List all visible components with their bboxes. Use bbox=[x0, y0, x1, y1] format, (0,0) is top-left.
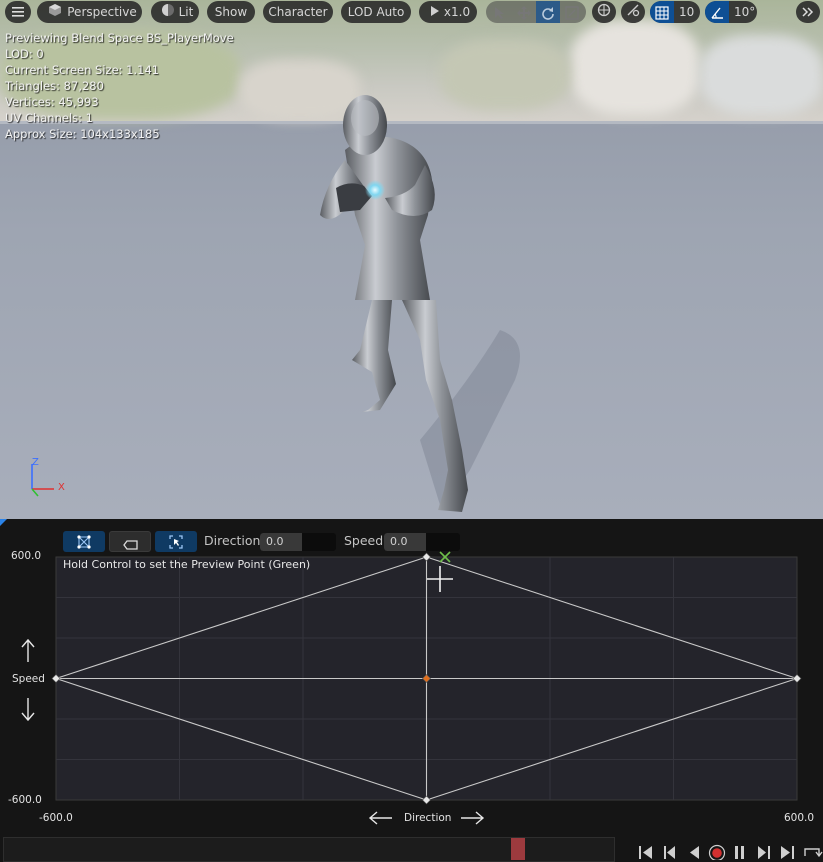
play-reverse-icon[interactable] bbox=[690, 846, 699, 859]
y-axis-max-label: 600.0 bbox=[11, 550, 42, 562]
transport-controls bbox=[639, 844, 823, 861]
preview-point-hint: Hold Control to set the Preview Point (G… bbox=[63, 558, 311, 571]
y-axis-min-label: -600.0 bbox=[8, 794, 42, 806]
loop-icon[interactable] bbox=[804, 848, 823, 858]
blend-space-grid[interactable] bbox=[0, 0, 823, 860]
arrow-up-icon bbox=[20, 638, 36, 668]
x-axis-max-label: 600.0 bbox=[784, 812, 815, 824]
step-back-icon[interactable] bbox=[664, 846, 675, 859]
timeline-scrubber[interactable] bbox=[511, 838, 525, 860]
skip-to-start-icon[interactable] bbox=[639, 846, 652, 859]
arrow-down-icon bbox=[20, 696, 36, 726]
pause-icon[interactable] bbox=[735, 846, 744, 859]
x-axis-name: Direction bbox=[404, 812, 452, 824]
arrow-right-icon bbox=[459, 810, 485, 830]
skip-to-end-icon[interactable] bbox=[781, 846, 794, 859]
record-icon[interactable] bbox=[708, 844, 726, 861]
arrow-left-icon bbox=[368, 810, 394, 830]
step-forward-icon[interactable] bbox=[758, 846, 770, 859]
y-axis-name: Speed bbox=[12, 673, 45, 685]
x-axis-min-label: -600.0 bbox=[39, 812, 73, 824]
